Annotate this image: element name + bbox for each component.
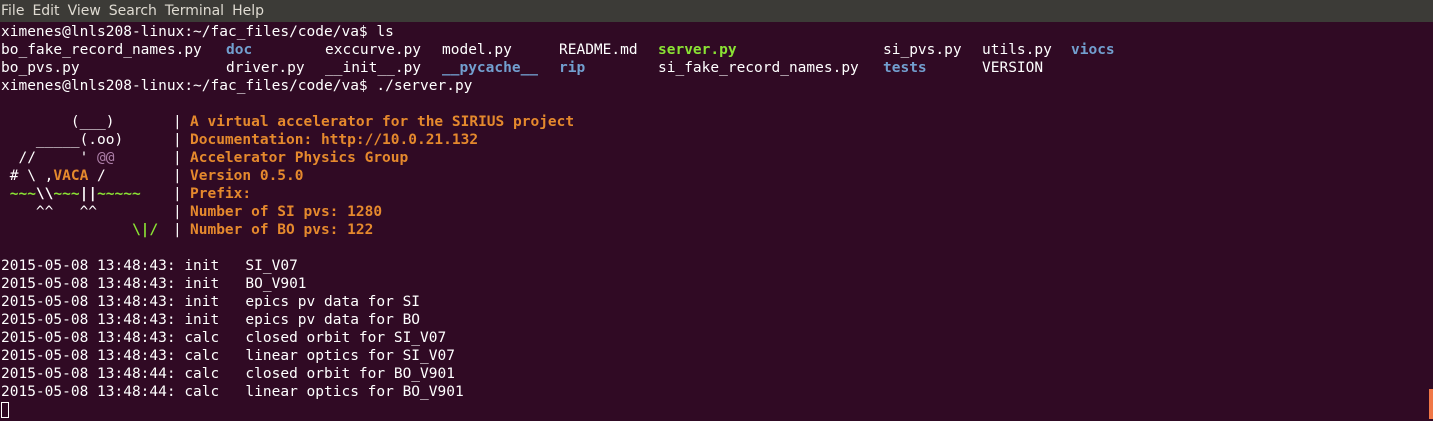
ascii-art-line: # \ ,VACA / bbox=[1, 168, 106, 184]
ascii-art-line: (___) bbox=[1, 114, 115, 130]
ascii-art-line: ^^ ^^ bbox=[1, 204, 98, 220]
log-line: 2015-05-08 13:48:43: init epics pv data … bbox=[1, 294, 421, 310]
menu-help[interactable]: Help bbox=[232, 0, 264, 22]
menu-file[interactable]: File bbox=[1, 0, 24, 22]
banner-separator: | bbox=[173, 132, 182, 148]
banner-row: ~~~\\~~~||~~~~~ | Prefix: bbox=[0, 185, 1428, 203]
log-line: 2015-05-08 13:48:44: calc linear optics … bbox=[1, 384, 464, 400]
banner-separator: | bbox=[173, 150, 182, 166]
ls-entry: tests bbox=[883, 60, 927, 76]
banner-group: Accelerator Physics Group bbox=[190, 150, 409, 166]
ls-entry: si_fake_record_names.py bbox=[658, 60, 859, 76]
ls-entry: utils.py bbox=[982, 42, 1052, 58]
banner-separator: | bbox=[173, 186, 182, 202]
banner-si-pvs: Number of SI pvs: 1280 bbox=[190, 204, 383, 220]
log-line: 2015-05-08 13:48:43: init BO_V901 bbox=[1, 276, 307, 292]
log-line: 2015-05-08 13:48:43: calc linear optics … bbox=[1, 348, 455, 364]
banner-separator: | bbox=[173, 168, 182, 184]
ls-entry: exccurve.py bbox=[325, 42, 422, 58]
menu-search[interactable]: Search bbox=[109, 0, 157, 22]
ls-entry: README.md bbox=[559, 42, 638, 58]
ls-entry: si_pvs.py bbox=[883, 42, 962, 58]
terminal-output[interactable]: ximenes@lnls208-linux:~/fac_files/code/v… bbox=[0, 23, 1428, 421]
ls-row-2: bo_pvs.py driver.py __init__.py __pycach… bbox=[0, 59, 1428, 77]
ls-entry: viocs bbox=[1071, 42, 1115, 58]
ls-entry: server.py bbox=[658, 42, 737, 58]
menu-terminal[interactable]: Terminal bbox=[165, 0, 224, 22]
banner-row: ^^ ^^ | Number of SI pvs: 1280 bbox=[0, 203, 1428, 221]
ascii-art-line: _____(.oo) bbox=[1, 132, 124, 148]
ls-entry: bo_pvs.py bbox=[1, 60, 80, 76]
log-line: 2015-05-08 13:48:43: init SI_V07 bbox=[1, 258, 298, 274]
banner-row: (___) | A virtual accelerator for the SI… bbox=[0, 113, 1428, 131]
banner-bo-pvs: Number of BO pvs: 122 bbox=[190, 222, 374, 238]
log-line: 2015-05-08 13:48:43: init epics pv data … bbox=[1, 312, 421, 328]
banner-separator: | bbox=[173, 114, 182, 130]
ascii-art-line: ~~~\\~~~||~~~~~ bbox=[1, 186, 141, 202]
ls-row-1: bo_fake_record_names.py doc exccurve.py … bbox=[0, 41, 1428, 59]
ls-entry: model.py bbox=[442, 42, 512, 58]
banner-prefix: Prefix: bbox=[190, 186, 252, 202]
ls-entry: doc bbox=[226, 42, 253, 58]
ls-entry: driver.py bbox=[226, 60, 305, 76]
menu-view[interactable]: View bbox=[68, 0, 101, 22]
banner-version: Version 0.5.0 bbox=[190, 168, 304, 184]
ls-entry: rip bbox=[559, 60, 586, 76]
banner-row: # \ ,VACA / | Version 0.5.0 bbox=[0, 167, 1428, 185]
ls-entry: bo_fake_record_names.py bbox=[1, 42, 202, 58]
scrollbar-thumb[interactable] bbox=[1429, 389, 1433, 419]
ls-entry: __init__.py bbox=[325, 60, 422, 76]
prompt-server: ximenes@lnls208-linux:~/fac_files/code/v… bbox=[1, 78, 473, 94]
ascii-art-line: \|/ bbox=[1, 222, 159, 238]
menu-bar: File Edit View Search Terminal Help bbox=[0, 0, 1433, 22]
ls-entry: VERSION bbox=[982, 60, 1044, 76]
banner-title: A virtual accelerator for the SIRIUS pro… bbox=[190, 114, 575, 130]
banner-row: \|/ | Number of BO pvs: 122 bbox=[0, 221, 1428, 239]
log-line: 2015-05-08 13:48:44: calc closed orbit f… bbox=[1, 366, 455, 382]
banner-row: _____(.oo) | Documentation: http://10.0.… bbox=[0, 131, 1428, 149]
text-cursor bbox=[1, 402, 9, 418]
ascii-art-line: // ' @@ bbox=[1, 150, 115, 166]
banner-documentation: Documentation: http://10.0.21.132 bbox=[190, 132, 479, 148]
log-line: 2015-05-08 13:48:43: calc closed orbit f… bbox=[1, 330, 447, 346]
banner-separator: | bbox=[173, 204, 182, 220]
ls-entry: __pycache__ bbox=[442, 60, 539, 76]
prompt-ls: ximenes@lnls208-linux:~/fac_files/code/v… bbox=[1, 24, 394, 40]
banner-separator: | bbox=[173, 222, 182, 238]
menu-edit[interactable]: Edit bbox=[32, 0, 59, 22]
banner-row: // ' @@ | Accelerator Physics Group bbox=[0, 149, 1428, 167]
